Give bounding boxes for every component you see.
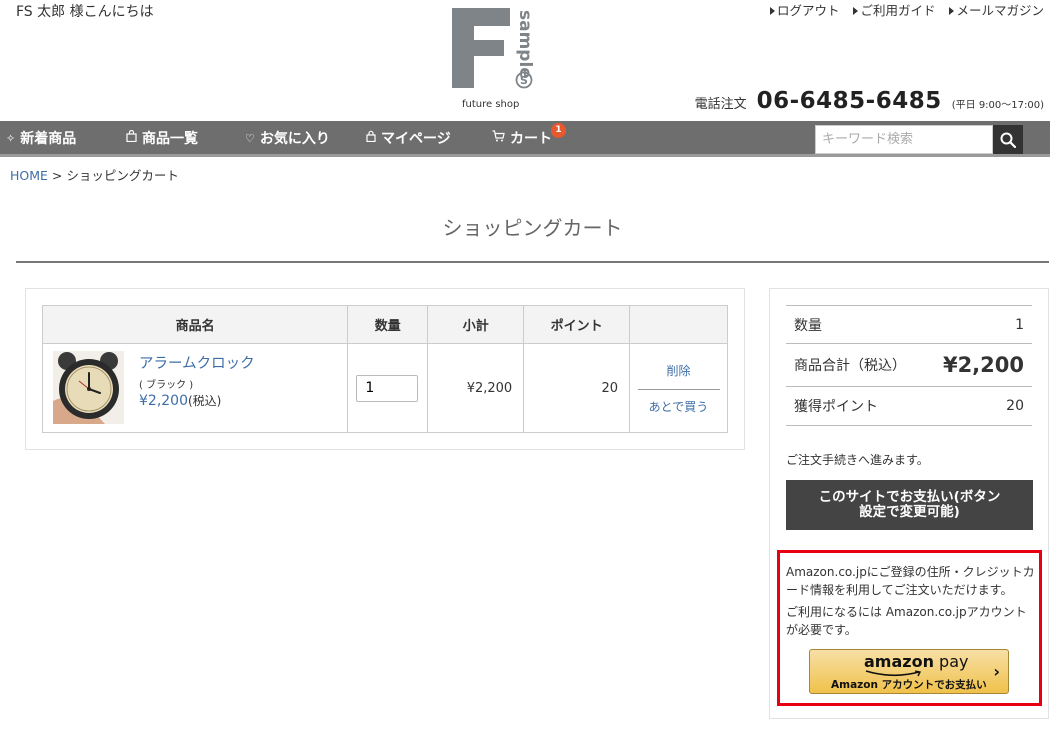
- summary-points-label: 獲得ポイント: [794, 399, 878, 415]
- summary-row-total: 商品合計（税込） ¥2,200: [786, 343, 1032, 386]
- heart-icon: ♡: [245, 132, 255, 145]
- points-cell: 20: [523, 343, 630, 433]
- amazon-logo-pay: pay: [933, 652, 969, 671]
- checkout-note: ご注文手続きへ進みます。: [786, 453, 929, 467]
- nav-label: カート: [510, 131, 552, 147]
- tax-label: (税込): [188, 394, 222, 408]
- product-cell: アラームクロック ( ブラック ) ¥2,200(税込): [41, 343, 349, 433]
- table-header-row: 商品名 数量 小計 ポイント: [41, 305, 728, 344]
- amazon-pay-logo: amazon pay: [864, 652, 968, 671]
- amazon-pay-section: Amazon.co.jpにご登録の住所・クレジットカード情報を利用してご注文いた…: [777, 550, 1042, 706]
- tel-number: 06-6485-6485: [756, 88, 942, 114]
- summary-qty-value: 1: [1015, 316, 1024, 333]
- cart-icon: [492, 121, 505, 157]
- product-name-link[interactable]: アラームクロック: [139, 356, 255, 372]
- nav-item-favorites[interactable]: ♡ お気に入り: [245, 121, 330, 157]
- summary-row-points: 獲得ポイント 20: [786, 386, 1032, 426]
- amazon-text-2: ご利用になるには Amazon.co.jpアカウントが必要です。: [786, 605, 1027, 637]
- nav-label: お気に入り: [259, 131, 330, 147]
- nav-item-cart[interactable]: カート 1: [492, 121, 566, 157]
- title-divider: [16, 261, 1049, 263]
- summary-total-label: 商品合計（税込）: [794, 358, 906, 374]
- search-input[interactable]: [815, 125, 993, 154]
- column-header-quantity: 数量: [347, 305, 429, 344]
- nav-label: 商品一覧: [142, 131, 198, 147]
- delete-link[interactable]: 削除: [630, 362, 727, 379]
- summary-total-value: ¥2,200: [942, 353, 1024, 377]
- order-summary: 数量 1 商品合計（税込） ¥2,200 獲得ポイント 20 ご注文手続きへ進み…: [769, 288, 1049, 719]
- tel-label: 電話注文: [694, 97, 747, 112]
- guide-link[interactable]: ご利用ガイド: [853, 0, 935, 19]
- top-links: ログアウト ご利用ガイド メールマガジン: [770, 0, 1044, 19]
- nav-item-mypage[interactable]: マイページ: [366, 121, 451, 157]
- sparkle-icon: ✧: [6, 132, 16, 145]
- bag-icon: [126, 121, 137, 157]
- summary-row-quantity: 数量 1: [786, 305, 1032, 343]
- column-header-product: 商品名: [41, 305, 349, 344]
- quantity-cell: [347, 343, 429, 433]
- logo-mark: sample S: [452, 8, 535, 89]
- greeting-text: FS 太郎 様こんにちは: [16, 4, 154, 20]
- checkout-label-line2: 設定で変更可能): [859, 504, 960, 520]
- breadcrumb-current: ショッピングカート: [66, 168, 179, 183]
- cart-panel: 商品名 数量 小計 ポイント アラームクロック (ブラック) ¥2,200(…: [25, 288, 745, 450]
- main-nav: ✧ 新着商品 商品一覧 ♡ お気に入り マイページ カート 1: [0, 121, 1050, 157]
- logo-subtitle: future shop: [462, 99, 520, 110]
- product-image[interactable]: [53, 351, 124, 424]
- search-icon: [1000, 132, 1016, 148]
- checkout-label-line1: このサイトでお支払い(ボタン: [818, 489, 1001, 505]
- nav-label: マイページ: [381, 131, 451, 147]
- mail-magazine-link[interactable]: メールマガジン: [949, 0, 1044, 19]
- summary-qty-label: 数量: [794, 317, 822, 334]
- quantity-input[interactable]: [356, 374, 419, 402]
- nav-label: 新着商品: [20, 131, 77, 147]
- search-button[interactable]: [993, 125, 1023, 154]
- column-header-points: ポイント: [523, 305, 630, 344]
- nav-item-new[interactable]: ✧ 新着商品: [6, 121, 76, 157]
- amazon-logo-word: amazon: [864, 652, 934, 671]
- product-info: アラームクロック ( ブラック ) ¥2,200(税込): [139, 352, 255, 409]
- amazon-pay-sublabel: Amazon アカウントでお支払い: [831, 679, 987, 691]
- product-variant: ( ブラック ): [139, 380, 194, 391]
- logo-word: sample: [515, 10, 535, 79]
- nav-item-products[interactable]: 商品一覧: [126, 121, 198, 157]
- amazon-pay-description: Amazon.co.jpにご登録の住所・クレジットカード情報を利用してご注文いた…: [786, 563, 1036, 639]
- site-logo[interactable]: sample S: [452, 8, 536, 90]
- subtotal-cell: ¥2,200: [427, 343, 525, 433]
- action-divider: [637, 388, 720, 390]
- chevron-right-icon: ›: [993, 662, 1000, 681]
- column-header-actions: [629, 305, 728, 344]
- logo-badge: S: [520, 74, 528, 87]
- summary-points-value: 20: [1006, 398, 1024, 414]
- table-row: アラームクロック ( ブラック ) ¥2,200(税込) ¥2,200 20 削…: [41, 343, 728, 433]
- breadcrumb: HOME > ショッピングカート: [10, 165, 179, 184]
- tel-hours: (平日 9:00〜17:00): [951, 100, 1044, 111]
- column-header-subtotal: 小計: [427, 305, 525, 344]
- price-value: ¥2,200: [139, 393, 188, 409]
- cart-count-badge: 1: [551, 123, 566, 138]
- phone-order: 電話注文 06-6485-6485 (平日 9:00〜17:00): [695, 88, 1044, 114]
- breadcrumb-home[interactable]: HOME: [10, 168, 48, 183]
- lock-icon: [366, 121, 376, 157]
- cart-table: 商品名 数量 小計 ポイント アラームクロック (ブラック) ¥2,200(…: [41, 305, 728, 433]
- buy-later-link[interactable]: あとで買う: [630, 398, 727, 415]
- product-price: ¥2,200(税込): [139, 392, 255, 409]
- actions-cell: 削除 あとで買う: [629, 343, 728, 433]
- checkout-button[interactable]: このサイトでお支払い(ボタン 設定で変更可能): [786, 480, 1033, 530]
- amazon-text-1: Amazon.co.jpにご登録の住所・クレジットカード情報を利用してご注文いた…: [786, 565, 1035, 597]
- amazon-pay-button[interactable]: amazon pay Amazon アカウントでお支払い ›: [809, 649, 1009, 694]
- logout-link[interactable]: ログアウト: [770, 0, 840, 19]
- breadcrumb-separator: >: [47, 168, 67, 183]
- page-title: ショッピングカート: [442, 216, 623, 240]
